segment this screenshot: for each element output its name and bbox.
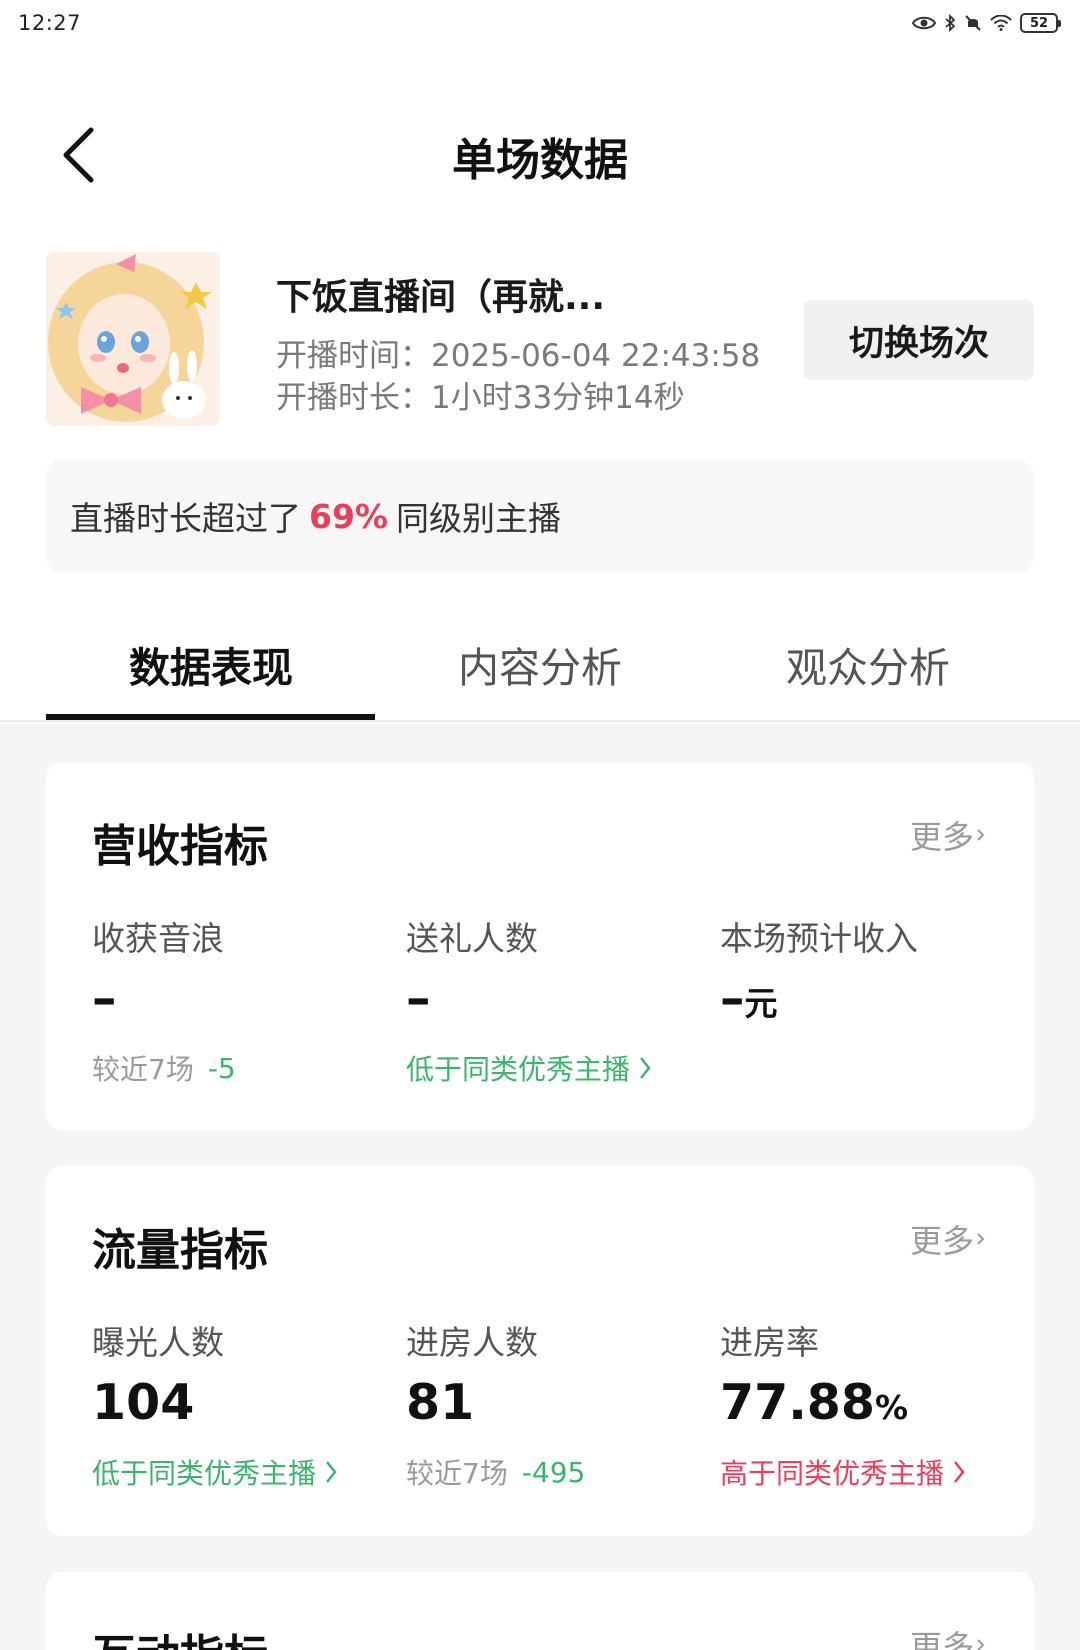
compare-percent: 69% — [309, 496, 388, 536]
metric-gift-senders: 送礼人数 – 低于同类优秀主播 — [406, 912, 706, 1088]
bluetooth-icon — [945, 14, 956, 32]
compare-banner: 直播时长超过了 69% 同级别主播 — [46, 460, 1034, 572]
chevron-right-icon — [977, 829, 985, 841]
note-prefix: 较近7场 — [92, 1053, 194, 1086]
more-label: 更多 — [909, 818, 974, 856]
metric-value: – — [92, 970, 117, 1027]
wifi-icon — [990, 15, 1012, 31]
traffic-card: 流量指标 更多 曝光人数 104 低于同类优秀主播 进房人数 81 较近7场 -… — [46, 1166, 1034, 1536]
metric-label: 进房人数 — [406, 1323, 538, 1362]
card-title: 流量指标 — [92, 1225, 268, 1276]
note-prefix: 较近7场 — [406, 1457, 508, 1490]
metric-note: 较近7场 -5 — [92, 1048, 392, 1088]
tab-content-analysis[interactable]: 内容分析 — [375, 634, 705, 694]
compare-suffix: 同级别主播 — [396, 499, 561, 538]
metric-label: 曝光人数 — [92, 1323, 224, 1362]
nav-bar: 单场数据 — [0, 110, 1080, 200]
metric-value: – — [406, 970, 431, 1027]
status-bar: 12:27 52 — [0, 0, 1080, 46]
chevron-right-icon — [640, 1057, 651, 1079]
duration-line: 开播时长：1小时33分钟14秒 — [276, 372, 685, 417]
metric-label: 送礼人数 — [406, 919, 538, 958]
content-area: 营收指标 更多 收获音浪 – 较近7场 -5 送礼人数 – 低于同类优秀主播 本… — [0, 724, 1080, 1650]
metric-estimated-income: 本场预计收入 –元 — [720, 912, 1020, 1032]
room-name: 下饭直播间（再就... — [276, 277, 606, 318]
tab-bar: 数据表现 内容分析 观众分析 — [0, 600, 1080, 722]
battery-icon: 52 — [1020, 13, 1061, 33]
avatar[interactable] — [46, 252, 220, 426]
card-title: 互动指标 — [92, 1620, 268, 1650]
compare-prefix: 直播时长超过了 — [70, 499, 301, 538]
start-time-value: 2025-06-04 22:43:58 — [431, 338, 761, 374]
active-tab-indicator — [46, 714, 375, 720]
metric-note: 较近7场 -495 — [406, 1452, 706, 1492]
card-title: 营收指标 — [92, 821, 268, 872]
interaction-card: 互动指标 更多 — [46, 1572, 1034, 1650]
tab-data-performance[interactable]: 数据表现 — [46, 634, 376, 694]
chevron-right-icon — [977, 1639, 985, 1650]
metric-label: 收获音浪 — [92, 919, 224, 958]
metric-sound-waves: 收获音浪 – 较近7场 -5 — [92, 912, 392, 1088]
note-delta: -5 — [207, 1051, 236, 1085]
more-label: 更多 — [909, 1222, 974, 1260]
page-title: 单场数据 — [452, 135, 628, 186]
avatar-illustration — [46, 252, 220, 426]
status-icons: 52 — [912, 13, 1061, 33]
value-number: – — [720, 970, 745, 1027]
metric-label: 进房率 — [720, 1323, 819, 1362]
duration-value: 1小时33分钟14秒 — [431, 380, 685, 416]
note-text: 低于同类优秀主播 — [406, 1053, 631, 1086]
metric-label: 本场预计收入 — [720, 919, 918, 958]
value-unit: 元 — [744, 984, 778, 1023]
benchmark-link[interactable]: 低于同类优秀主播 — [92, 1452, 392, 1492]
metric-value: 104 — [92, 1374, 195, 1431]
mute-icon — [965, 15, 981, 31]
chevron-right-icon — [954, 1461, 965, 1483]
chevron-right-icon — [326, 1461, 337, 1483]
metric-room-entries: 进房人数 81 较近7场 -495 — [406, 1316, 706, 1492]
value-number: 77.88 — [720, 1374, 875, 1431]
benchmark-link[interactable]: 高于同类优秀主播 — [720, 1452, 1020, 1492]
metric-entry-rate: 进房率 77.88% 高于同类优秀主播 — [720, 1316, 1020, 1492]
status-time: 12:27 — [18, 11, 82, 35]
start-time-line: 开播时间：2025-06-04 22:43:58 — [276, 330, 760, 375]
note-text: 高于同类优秀主播 — [720, 1457, 945, 1490]
benchmark-link[interactable]: 低于同类优秀主播 — [406, 1048, 706, 1088]
traffic-more-link[interactable]: 更多 — [910, 1216, 986, 1262]
chevron-right-icon — [977, 1233, 985, 1245]
tab-audience-analysis[interactable]: 观众分析 — [703, 634, 1033, 694]
start-time-label: 开播时间： — [276, 338, 431, 374]
metric-impressions: 曝光人数 104 低于同类优秀主播 — [92, 1316, 392, 1492]
metric-value: 81 — [406, 1374, 475, 1431]
note-delta: -495 — [521, 1455, 586, 1489]
interaction-more-link[interactable]: 更多 — [910, 1622, 986, 1650]
revenue-card: 营收指标 更多 收获音浪 – 较近7场 -5 送礼人数 – 低于同类优秀主播 本… — [46, 762, 1034, 1130]
revenue-more-link[interactable]: 更多 — [910, 812, 986, 858]
switch-session-button[interactable]: 切换场次 — [804, 300, 1034, 380]
metric-value: 77.88% — [720, 1374, 1020, 1436]
duration-label: 开播时长： — [276, 380, 431, 416]
more-label: 更多 — [909, 1628, 974, 1650]
note-text: 低于同类优秀主播 — [92, 1457, 317, 1490]
value-unit: % — [875, 1388, 909, 1427]
session-header: 下饭直播间（再就... 开播时间：2025-06-04 22:43:58 开播时… — [46, 252, 1036, 427]
metric-value: –元 — [720, 970, 1020, 1032]
eye-icon — [912, 16, 936, 30]
